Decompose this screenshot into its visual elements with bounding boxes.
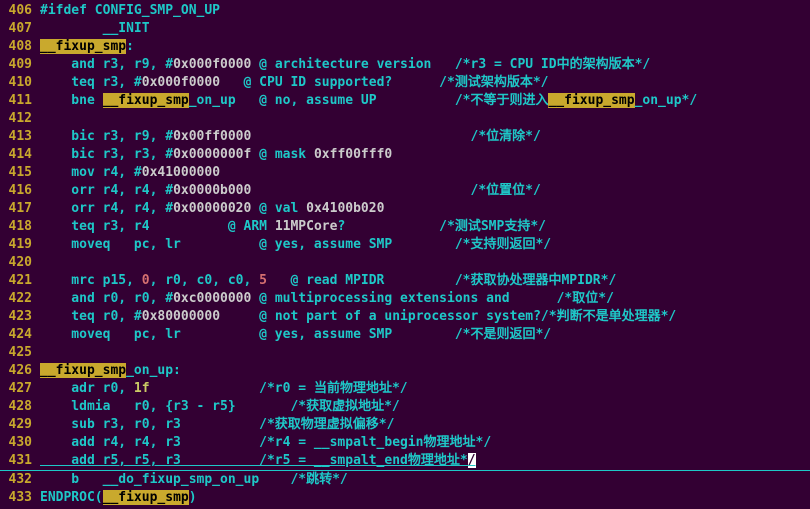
code-content: moveq pc, lr @ yes, assume SMP /*不是则返回*/ <box>40 327 551 342</box>
line-number: 410 <box>0 74 40 92</box>
code-line: 423 teq r0, #0x80000000 @ not part of a … <box>0 308 810 326</box>
code-content: teq r3, #0x000f0000 @ CPU ID supported? … <box>40 75 549 90</box>
code-content: bic r3, r9, #0x00ff0000 /*位清除*/ <box>40 129 541 144</box>
code-line: 430 add r4, r4, r3 /*r4 = __smpalt_begin… <box>0 434 810 452</box>
line-number: 414 <box>0 146 40 164</box>
code-content: b __do_fixup_smp_on_up /*跳转*/ <box>40 472 348 487</box>
code-line: 429 sub r3, r0, r3 /*获取物理虚拟偏移*/ <box>0 416 810 434</box>
code-line: 413 bic r3, r9, #0x00ff0000 /*位清除*/ <box>0 128 810 146</box>
line-number: 420 <box>0 254 40 272</box>
code-line: 421 mrc p15, 0, r0, c0, c0, 5 @ read MPI… <box>0 272 810 290</box>
code-line: 432 b __do_fixup_smp_on_up /*跳转*/ <box>0 471 810 489</box>
code-content: teq r3, r4 @ ARM 11MPCore? /*测试SMP支持*/ <box>40 219 546 234</box>
code-content: mrc p15, 0, r0, c0, c0, 5 @ read MPIDR /… <box>40 273 616 288</box>
code-content: mov r4, #0x41000000 <box>40 165 220 180</box>
code-line: 412 <box>0 110 810 128</box>
code-line: 409 and r3, r9, #0x000f0000 @ architectu… <box>0 56 810 74</box>
code-line: 414 bic r3, r3, #0x0000000f @ mask 0xff0… <box>0 146 810 164</box>
code-line: 424 moveq pc, lr @ yes, assume SMP /*不是则… <box>0 326 810 344</box>
code-content: ENDPROC(__fixup_smp) <box>40 490 197 505</box>
line-number: 423 <box>0 308 40 326</box>
code-content: bic r3, r3, #0x0000000f @ mask 0xff00fff… <box>40 147 392 162</box>
line-number: 431 <box>0 452 40 470</box>
code-content: and r0, r0, #0xc0000000 @ multiprocessin… <box>40 291 614 306</box>
code-line: 416 orr r4, r4, #0x0000b000 /*位置位*/ <box>0 182 810 200</box>
code-line: 415 mov r4, #0x41000000 <box>0 164 810 182</box>
line-number: 412 <box>0 110 40 128</box>
line-number: 409 <box>0 56 40 74</box>
line-number: 427 <box>0 380 40 398</box>
code-content: add r4, r4, r3 /*r4 = __smpalt_begin物理地址… <box>40 435 491 450</box>
line-number: 429 <box>0 416 40 434</box>
line-number: 428 <box>0 398 40 416</box>
line-number: 419 <box>0 236 40 254</box>
code-content: adr r0, 1f /*r0 = 当前物理地址*/ <box>40 381 408 396</box>
code-line: 417 orr r4, r4, #0x00000020 @ val 0x4100… <box>0 200 810 218</box>
line-number: 406 <box>0 2 40 20</box>
line-number: 407 <box>0 20 40 38</box>
code-content: ldmia r0, {r3 - r5} /*获取虚拟地址*/ <box>40 399 400 414</box>
code-line: 407 __INIT <box>0 20 810 38</box>
line-number: 433 <box>0 489 40 507</box>
line-number: 417 <box>0 200 40 218</box>
line-number: 416 <box>0 182 40 200</box>
code-line: 418 teq r3, r4 @ ARM 11MPCore? /*测试SMP支持… <box>0 218 810 236</box>
code-content: __fixup_smp_on_up: <box>40 363 181 378</box>
line-number: 413 <box>0 128 40 146</box>
code-line: 428 ldmia r0, {r3 - r5} /*获取虚拟地址*/ <box>0 398 810 416</box>
code-content: #ifdef CONFIG_SMP_ON_UP <box>40 3 220 18</box>
code-line: 419 moveq pc, lr @ yes, assume SMP /*支持则… <box>0 236 810 254</box>
code-line: 426__fixup_smp_on_up: <box>0 362 810 380</box>
code-line: 433ENDPROC(__fixup_smp) <box>0 489 810 507</box>
code-content: __INIT <box>40 21 150 36</box>
code-content: sub r3, r0, r3 /*获取物理虚拟偏移*/ <box>40 417 394 432</box>
code-line: 410 teq r3, #0x000f0000 @ CPU ID support… <box>0 74 810 92</box>
line-number: 411 <box>0 92 40 110</box>
code-content: orr r4, r4, #0x0000b000 /*位置位*/ <box>40 183 541 198</box>
code-line: 411 bne __fixup_smp_on_up @ no, assume U… <box>0 92 810 110</box>
line-number: 421 <box>0 272 40 290</box>
line-number: 426 <box>0 362 40 380</box>
code-line: 427 adr r0, 1f /*r0 = 当前物理地址*/ <box>0 380 810 398</box>
code-content: bne __fixup_smp_on_up @ no, assume UP /*… <box>40 93 697 108</box>
code-content: orr r4, r4, #0x00000020 @ val 0x4100b020 <box>40 201 384 216</box>
code-line: 431 add r5, r5, r3 /*r5 = __smpalt_end物理… <box>0 452 810 471</box>
code-line: 406#ifdef CONFIG_SMP_ON_UP <box>0 2 810 20</box>
code-content: and r3, r9, #0x000f0000 @ architecture v… <box>40 57 650 72</box>
line-number: 415 <box>0 164 40 182</box>
line-number: 422 <box>0 290 40 308</box>
code-content: add r5, r5, r3 /*r5 = __smpalt_end物理地址*/ <box>40 453 476 468</box>
code-line: 420 <box>0 254 810 272</box>
line-number: 408 <box>0 38 40 56</box>
code-content: moveq pc, lr @ yes, assume SMP /*支持则返回*/ <box>40 237 551 252</box>
code-content: __fixup_smp: <box>40 39 134 54</box>
code-editor[interactable]: 406#ifdef CONFIG_SMP_ON_UP407 __INIT408_… <box>0 0 810 509</box>
code-line: 422 and r0, r0, #0xc0000000 @ multiproce… <box>0 290 810 308</box>
code-line: 408__fixup_smp: <box>0 38 810 56</box>
line-number: 425 <box>0 344 40 362</box>
line-number: 418 <box>0 218 40 236</box>
line-number: 424 <box>0 326 40 344</box>
line-number: 430 <box>0 434 40 452</box>
code-content: teq r0, #0x80000000 @ not part of a unip… <box>40 309 676 324</box>
code-line: 425 <box>0 344 810 362</box>
line-number: 432 <box>0 471 40 489</box>
